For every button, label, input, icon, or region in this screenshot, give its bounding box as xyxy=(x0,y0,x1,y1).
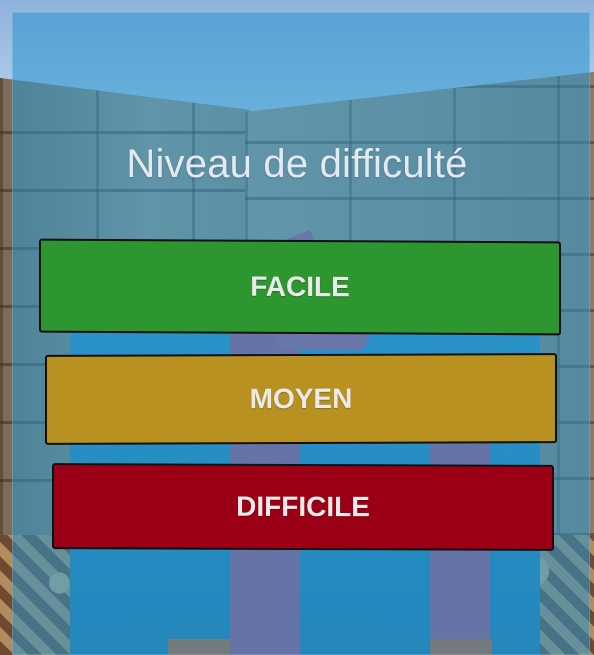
medium-difficulty-button[interactable]: MOYEN xyxy=(45,353,557,445)
hard-difficulty-button[interactable]: DIFFICILE xyxy=(52,463,554,551)
hard-button-label: DIFFICILE xyxy=(236,490,370,523)
medium-button-label: MOYEN xyxy=(249,382,353,415)
easy-difficulty-button[interactable]: FACILE xyxy=(39,238,561,336)
difficulty-title: Niveau de difficulté xyxy=(126,142,468,186)
easy-button-label: FACILE xyxy=(250,270,350,303)
